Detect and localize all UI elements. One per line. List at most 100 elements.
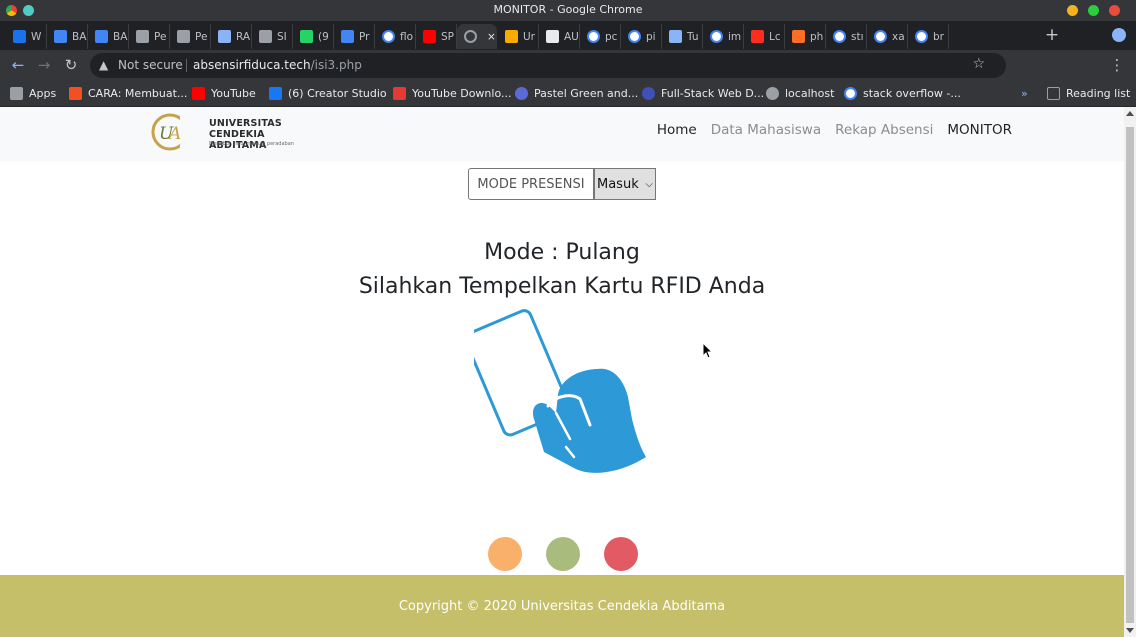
address-bar[interactable]: ▲ Not secure absensirfiduca.tech/isi3.ph… — [90, 53, 1006, 78]
divider — [186, 59, 187, 72]
bookmark-item[interactable]: YouTube Downlo... — [393, 85, 511, 102]
browser-tab[interactable]: xa — [867, 24, 908, 49]
globe-icon — [259, 30, 272, 43]
logo-tagline: Menabur ilmu, menuai peradaban — [209, 141, 294, 147]
maximize-button[interactable] — [1088, 5, 1099, 16]
svg-text:A: A — [167, 124, 181, 144]
docs-icon — [54, 30, 67, 43]
browser-tab[interactable]: Tu — [662, 24, 703, 49]
tab-label: W — [31, 30, 42, 43]
reading-list-icon — [1047, 87, 1060, 100]
tab-label: Tu — [687, 30, 699, 43]
logo-line-1: UNIVERSITAS — [209, 118, 282, 129]
tab-label: pi — [646, 30, 656, 43]
browser-tab[interactable]: Ur — [498, 24, 539, 49]
tab-label: stı — [851, 30, 864, 43]
browser-tab[interactable]: pi — [621, 24, 662, 49]
bookmark-item[interactable]: Full-Stack Web D... — [642, 85, 764, 102]
browser-tab[interactable]: stı — [826, 24, 867, 49]
globe-icon — [136, 30, 149, 43]
status-dot-green — [546, 537, 580, 571]
back-button[interactable]: ← — [8, 55, 28, 75]
google-icon — [382, 30, 395, 43]
close-button[interactable] — [1109, 5, 1120, 16]
browser-tab[interactable]: Pe — [170, 24, 211, 49]
browser-tab[interactable]: W — [6, 24, 47, 49]
globe-icon — [766, 87, 779, 100]
scroll-down-arrow-icon[interactable] — [1126, 628, 1134, 633]
scrollbar-thumb[interactable] — [1126, 127, 1134, 623]
mode-heading: Mode : Pulang — [484, 240, 640, 265]
bookmark-label: Full-Stack Web D... — [661, 87, 765, 100]
google-icon — [874, 30, 887, 43]
copyright-text: Copyright © 2020 Universitas Cendekia Ab… — [398, 599, 726, 614]
nav-rekap-absensi[interactable]: Rekap Absensi — [835, 122, 933, 138]
nav-home[interactable]: Home — [657, 122, 697, 138]
rfid-card-hand-icon — [474, 309, 646, 473]
bookmark-item[interactable]: stack overflow -... — [844, 85, 961, 102]
reading-list-button[interactable]: Reading list — [1047, 85, 1130, 102]
tv-icon — [546, 30, 559, 43]
forward-button[interactable]: → — [34, 55, 54, 75]
status-indicators — [488, 537, 638, 571]
browser-tab[interactable]: flo — [375, 24, 416, 49]
more-bookmarks-icon[interactable]: » — [1021, 85, 1028, 102]
minimize-button[interactable] — [1067, 5, 1078, 16]
tab-label: AU — [564, 30, 579, 43]
university-logo[interactable]: U A UNIVERSITAS CENDEKIA ABDITAMA Menabu… — [150, 111, 325, 153]
creator-studio-icon — [269, 87, 282, 100]
wave-icon — [642, 87, 655, 100]
tab-search-icon[interactable] — [1112, 28, 1126, 42]
reload-button[interactable]: ↻ — [61, 55, 81, 75]
bookmark-item[interactable]: Pastel Green and... — [515, 85, 638, 102]
browser-tab[interactable]: BA — [88, 24, 129, 49]
bookmark-label: (6) Creator Studio — [288, 87, 387, 100]
nav-data-mahasiswa[interactable]: Data Mahasiswa — [711, 122, 821, 138]
browser-tab[interactable]: (9 — [293, 24, 334, 49]
browser-tab[interactable]: im — [703, 24, 744, 49]
page-scrollbar[interactable] — [1124, 107, 1136, 637]
browser-tab[interactable]: Pe — [129, 24, 170, 49]
browser-tab[interactable]: SP — [416, 24, 457, 49]
browser-tab[interactable]: ph — [785, 24, 826, 49]
google-icon — [628, 30, 641, 43]
youtube-icon — [423, 30, 436, 43]
browser-tab[interactable]: SI — [252, 24, 293, 49]
more-menu-icon[interactable]: ⋮ — [1107, 55, 1127, 75]
new-tab-button[interactable]: + — [1043, 27, 1061, 45]
browser-tab[interactable]: RA — [211, 24, 252, 49]
bookmark-star-icon[interactable]: ☆ — [972, 56, 985, 72]
tab-label: RA — [236, 30, 251, 43]
window-title: MONITOR - Google Chrome — [493, 3, 643, 16]
tab-label: Ur — [523, 30, 536, 43]
instruction-text: Silahkan Tempelkan Kartu RFID Anda — [358, 274, 766, 299]
close-tab-icon[interactable]: × — [487, 31, 496, 43]
loading-icon — [464, 30, 477, 43]
bookmark-item[interactable]: Apps — [10, 85, 56, 102]
laravel-icon — [751, 30, 764, 43]
browser-tab[interactable]: Pr — [334, 24, 375, 49]
status-dot-orange — [488, 537, 522, 571]
nav-monitor[interactable]: MONITOR — [947, 122, 1012, 138]
bookmark-item[interactable]: CARA: Membuat... — [69, 85, 187, 102]
mode-selector-group: MODE PRESENSI Masuk ⌵ — [468, 168, 656, 200]
mode-select[interactable]: Masuk ⌵ — [594, 168, 656, 200]
tab-label: BA — [72, 30, 87, 43]
status-dot-red — [604, 537, 638, 571]
tab-label: flo — [400, 30, 414, 43]
browser-tab[interactable]: BA — [47, 24, 88, 49]
globe-icon — [669, 30, 682, 43]
bookmark-item[interactable]: (6) Creator Studio — [269, 85, 387, 102]
youtube-icon — [192, 87, 205, 100]
bookmark-item[interactable]: YouTube — [192, 85, 256, 102]
browser-tab[interactable]: AU — [539, 24, 580, 49]
browser-tab[interactable]: pc — [580, 24, 621, 49]
tab-label: Pe — [195, 30, 208, 43]
scroll-up-arrow-icon[interactable] — [1126, 111, 1134, 116]
browser-tab[interactable]: br — [908, 24, 949, 49]
browser-tab[interactable]: × — [457, 24, 497, 49]
tab-label: Lc — [769, 30, 781, 43]
google-icon — [844, 87, 857, 100]
bookmark-item[interactable]: localhost — [766, 85, 834, 102]
browser-tab[interactable]: Lc — [744, 24, 785, 49]
